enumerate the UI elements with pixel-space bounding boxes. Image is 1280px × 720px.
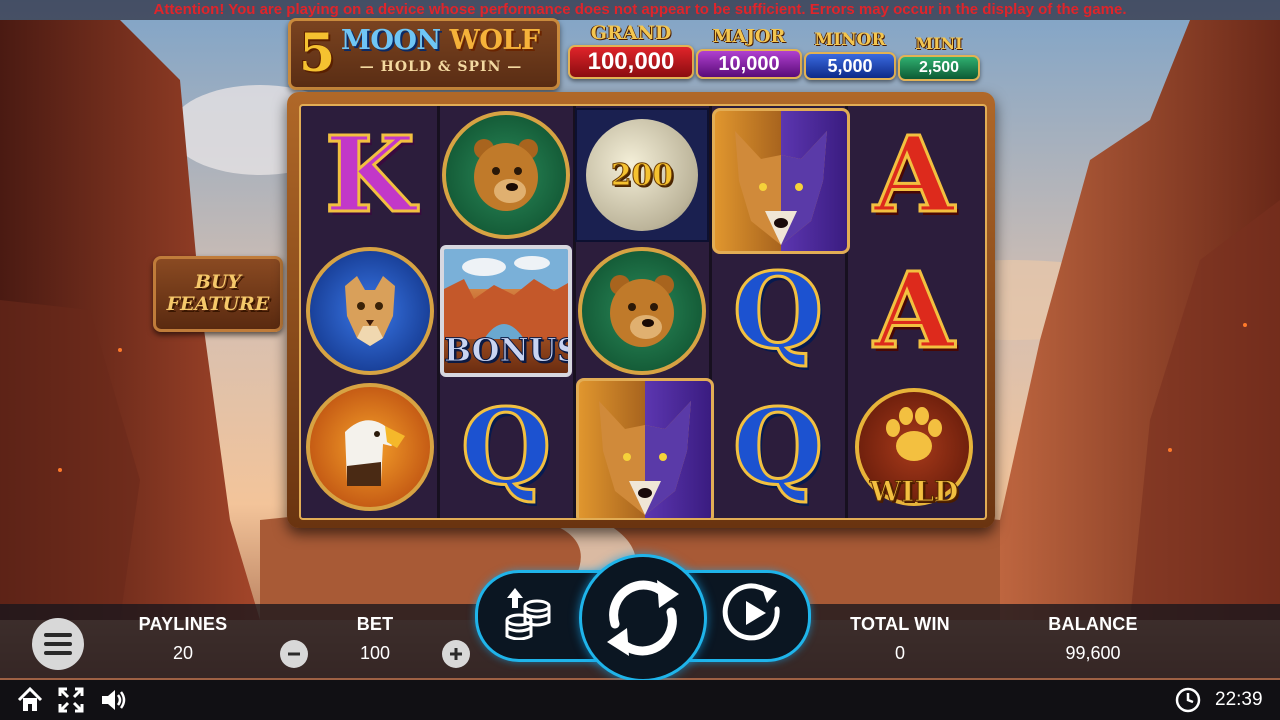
wolf-icon [599, 401, 691, 515]
symbol-bonus: BONUS [439, 244, 573, 378]
hamburger-icon [44, 633, 72, 655]
spin-button[interactable] [579, 554, 707, 682]
symbol-q: Q [439, 380, 573, 514]
game-logo: 5 MOON WOLF — HOLD & SPIN — [288, 18, 560, 90]
bear-icon [442, 111, 570, 239]
home-icon[interactable] [16, 686, 44, 714]
bet-label: BET [356, 614, 394, 634]
total-win-label: TOTAL WIN [850, 614, 950, 634]
jackpot-minor: MINOR 5,000 [804, 32, 896, 80]
wolf-icon [735, 131, 827, 245]
symbol-wolf [576, 378, 714, 518]
menu-button[interactable] [32, 618, 84, 670]
symbol-moon: 200 [575, 108, 709, 242]
symbol-wolf [712, 108, 850, 254]
bet-display: BET 100 [330, 614, 420, 664]
buy-feature-line2: FEATURE [166, 293, 270, 315]
logo-title-wolf: WOLF [449, 25, 541, 56]
clock-time: 22:39 [1215, 689, 1263, 710]
wild-label: WILD [869, 475, 959, 509]
bet-decrease-button[interactable] [280, 640, 308, 668]
jackpot-grand: GRAND 100,000 [568, 24, 694, 79]
fullscreen-icon[interactable] [57, 686, 85, 714]
bet-settings-button[interactable] [495, 580, 561, 646]
balance-value: 99,600 [1065, 643, 1121, 663]
jackpot-grand-value: 100,000 [568, 45, 694, 79]
balance-display: BALANCE 99,600 [1033, 614, 1153, 664]
total-win-value: 0 [894, 643, 905, 663]
symbol-bear [575, 244, 709, 378]
paylines-label: PAYLINES [138, 614, 228, 634]
buy-feature-line1: BUY [194, 271, 242, 293]
total-win-display: TOTAL WIN 0 [840, 614, 960, 664]
jackpot-minor-value: 5,000 [804, 52, 896, 80]
jackpot-minor-label: MINOR [814, 30, 886, 50]
eagle-icon [306, 383, 434, 511]
buy-feature-button[interactable]: BUY FEATURE [153, 256, 283, 332]
symbol-letter: A [872, 113, 956, 236]
reel-frame: K BONUS Q 200 Q Q A A WILD [287, 92, 995, 528]
reel-grid[interactable]: K BONUS Q 200 Q Q A A WILD [299, 104, 987, 520]
logo-subtitle-text: HOLD & SPIN [380, 59, 502, 75]
minus-icon [288, 652, 300, 656]
balance-label: BALANCE [1048, 614, 1138, 634]
jackpot-mini-label: MINI [915, 34, 963, 53]
plus-icon [450, 648, 462, 660]
spin-arrows-icon [607, 580, 679, 656]
moon-icon: 200 [586, 119, 698, 231]
symbol-letter: Q [731, 385, 825, 508]
symbol-letter: K [323, 113, 416, 236]
symbol-a: A [847, 108, 981, 242]
sound-icon[interactable] [99, 686, 127, 714]
symbol-letter: Q [731, 249, 825, 372]
symbol-eagle [303, 380, 437, 514]
symbol-k: K [303, 108, 437, 242]
bet-increase-button[interactable] [442, 640, 470, 668]
system-bar [0, 680, 1280, 720]
logo-number: 5 [299, 23, 336, 84]
bet-value: 100 [359, 643, 391, 663]
logo-subtitle: — HOLD & SPIN — [359, 59, 523, 75]
jackpot-grand-label: GRAND [590, 22, 672, 44]
logo-title-moon: MOON [341, 25, 441, 56]
autoplay-button[interactable] [718, 580, 788, 646]
jackpot-mini: MINI 2,500 [898, 36, 980, 81]
autoplay-icon [722, 583, 780, 641]
performance-warning: Attention! You are playing on a device w… [0, 0, 1280, 20]
logo-title: MOON WOLF [341, 25, 540, 56]
paw-icon [886, 407, 942, 461]
symbol-letter: Q [459, 385, 553, 508]
clock-icon [1175, 687, 1201, 713]
paylines-display: PAYLINES 20 [128, 614, 238, 664]
jackpot-major: MAJOR 10,000 [696, 28, 802, 79]
symbol-q: Q [711, 244, 845, 378]
bonus-label: BONUS [444, 331, 572, 370]
symbol-a: A [847, 244, 981, 378]
wild-icon: WILD [855, 388, 973, 509]
jackpot-major-value: 10,000 [696, 49, 802, 79]
symbol-bear [439, 108, 573, 242]
symbol-cougar [303, 244, 437, 378]
coin-stack-icon [505, 588, 551, 640]
paylines-value: 20 [172, 643, 194, 663]
bonus-tile: BONUS [440, 245, 572, 377]
jackpot-mini-value: 2,500 [898, 55, 980, 81]
symbol-q: Q [711, 380, 845, 514]
jackpot-major-label: MAJOR [712, 26, 786, 47]
bear-icon [578, 247, 706, 375]
moon-value: 200 [610, 157, 674, 193]
cougar-icon [306, 247, 434, 375]
symbol-letter: A [872, 249, 956, 372]
symbol-wild: WILD [847, 380, 981, 514]
